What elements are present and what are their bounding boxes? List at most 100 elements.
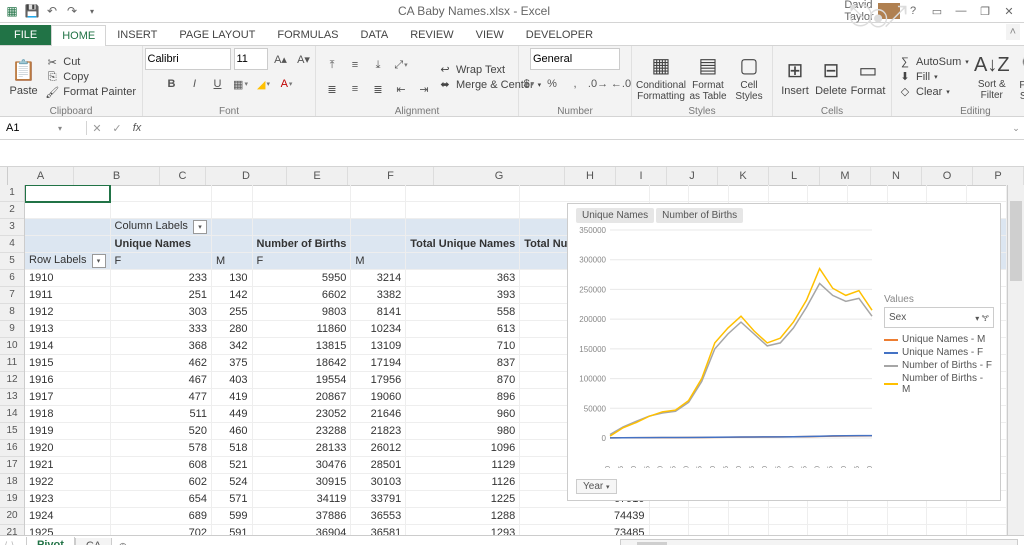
col-header-J[interactable]: J <box>667 167 718 185</box>
font-size-input[interactable] <box>234 48 268 70</box>
cell[interactable]: 599 <box>211 508 252 525</box>
cell[interactable]: 578 <box>110 440 211 457</box>
format-painter-button[interactable]: 🖌Format Painter <box>45 86 136 99</box>
cell-styles-button[interactable]: ▢Cell Styles <box>732 51 766 103</box>
cell[interactable] <box>649 185 689 202</box>
cell[interactable]: 11860 <box>252 321 351 338</box>
col-header-P[interactable]: P <box>973 167 1024 185</box>
cell[interactable]: Total Unique Names <box>406 236 520 253</box>
cell[interactable] <box>808 525 848 536</box>
cell[interactable]: 36581 <box>351 525 406 536</box>
font-name-input[interactable] <box>145 48 231 70</box>
cell[interactable]: 462 <box>110 355 211 372</box>
cell[interactable] <box>967 525 1007 536</box>
row-header-11[interactable]: 11 <box>0 355 24 372</box>
file-tab[interactable]: FILE <box>0 25 51 45</box>
cell[interactable]: M <box>351 253 406 270</box>
cell[interactable]: Unique Names <box>110 236 211 253</box>
cell[interactable]: 251 <box>110 287 211 304</box>
cell[interactable] <box>110 202 211 219</box>
cell[interactable]: 23052 <box>252 406 351 423</box>
format-as-table-button[interactable]: ▤Format as Table <box>688 51 728 103</box>
cell[interactable]: 342 <box>211 338 252 355</box>
help-icon[interactable]: ? <box>902 3 924 19</box>
cell[interactable]: 1921 <box>25 457 110 474</box>
cell[interactable]: 460 <box>211 423 252 440</box>
legend-item[interactable]: Number of Births - M <box>884 373 994 395</box>
row-header-1[interactable]: 1 <box>0 185 24 202</box>
cell[interactable]: 1920 <box>25 440 110 457</box>
inc-decimal-icon[interactable]: .0→ <box>588 74 608 94</box>
cell[interactable] <box>351 185 406 202</box>
cell[interactable]: 363 <box>406 270 520 287</box>
cell[interactable]: 368 <box>110 338 211 355</box>
row-header-18[interactable]: 18 <box>0 474 24 491</box>
row-header-2[interactable]: 2 <box>0 202 24 219</box>
cell[interactable]: 1129 <box>406 457 520 474</box>
cell[interactable]: Row Labels ▾ <box>25 253 110 270</box>
cell[interactable] <box>728 508 768 525</box>
tab-developer[interactable]: DEVELOPER <box>515 24 604 45</box>
cell[interactable]: 477 <box>110 389 211 406</box>
cell[interactable]: 702 <box>110 525 211 536</box>
cell[interactable]: 1918 <box>25 406 110 423</box>
cell[interactable]: 613 <box>406 321 520 338</box>
col-header-N[interactable]: N <box>871 167 922 185</box>
user-avatar[interactable] <box>878 3 900 19</box>
cell[interactable] <box>848 525 888 536</box>
fx-icon[interactable]: fx <box>127 122 147 134</box>
sheet-tab-pivot[interactable]: Pivot <box>26 537 75 545</box>
cell[interactable] <box>110 185 211 202</box>
cell[interactable] <box>406 219 520 236</box>
row-header-9[interactable]: 9 <box>0 321 24 338</box>
cell[interactable] <box>25 202 110 219</box>
cell[interactable] <box>406 253 520 270</box>
align-middle-icon[interactable]: ≡ <box>345 55 365 75</box>
cell[interactable]: 3382 <box>351 287 406 304</box>
align-right-icon[interactable]: ≣ <box>368 79 388 99</box>
select-all-corner[interactable] <box>0 167 8 186</box>
cell[interactable] <box>887 525 927 536</box>
row-header-3[interactable]: 3 <box>0 219 24 236</box>
cell[interactable]: 10234 <box>351 321 406 338</box>
cell[interactable]: 467 <box>110 372 211 389</box>
accounting-icon[interactable]: $ <box>519 74 539 94</box>
cell[interactable]: 960 <box>406 406 520 423</box>
tab-view[interactable]: VIEW <box>465 24 515 45</box>
cell[interactable]: 74439 <box>520 508 649 525</box>
cell[interactable]: 36553 <box>351 508 406 525</box>
paste-button[interactable]: 📋Paste <box>6 51 41 103</box>
cell[interactable]: 19060 <box>351 389 406 406</box>
row-header-19[interactable]: 19 <box>0 491 24 508</box>
undo-icon[interactable]: ↶ <box>44 3 60 19</box>
cell[interactable]: 419 <box>211 389 252 406</box>
format-cells-button[interactable]: ▭Format <box>851 51 885 103</box>
cell[interactable]: 18642 <box>252 355 351 372</box>
close-icon[interactable]: ✕ <box>998 3 1020 19</box>
fill-color-icon[interactable]: ◢ <box>254 74 274 94</box>
sheet-tab-ca[interactable]: CA <box>75 538 112 545</box>
cell[interactable]: 33791 <box>351 491 406 508</box>
col-header-E[interactable]: E <box>287 167 348 185</box>
cell[interactable]: 1924 <box>25 508 110 525</box>
qat-more-icon[interactable]: ▾ <box>84 3 100 19</box>
restore-icon[interactable]: ❐ <box>974 3 996 19</box>
cell[interactable]: 17194 <box>351 355 406 372</box>
cell[interactable]: 30915 <box>252 474 351 491</box>
grow-font-icon[interactable]: A▴ <box>271 49 291 69</box>
cell[interactable] <box>649 508 689 525</box>
cell[interactable]: 393 <box>406 287 520 304</box>
col-header-D[interactable]: D <box>206 167 287 185</box>
cell[interactable] <box>351 202 406 219</box>
col-header-I[interactable]: I <box>616 167 667 185</box>
legend-item[interactable]: Unique Names - M <box>884 334 994 345</box>
cell[interactable]: 511 <box>110 406 211 423</box>
cell[interactable] <box>252 202 351 219</box>
user-name[interactable]: David Taylor <box>848 3 870 19</box>
row-header-13[interactable]: 13 <box>0 389 24 406</box>
indent-inc-icon[interactable]: ⇥ <box>414 79 434 99</box>
cell[interactable]: 9803 <box>252 304 351 321</box>
insert-cells-button[interactable]: ⊞Insert <box>779 51 811 103</box>
align-left-icon[interactable]: ≣ <box>322 79 342 99</box>
cell[interactable] <box>25 185 110 202</box>
